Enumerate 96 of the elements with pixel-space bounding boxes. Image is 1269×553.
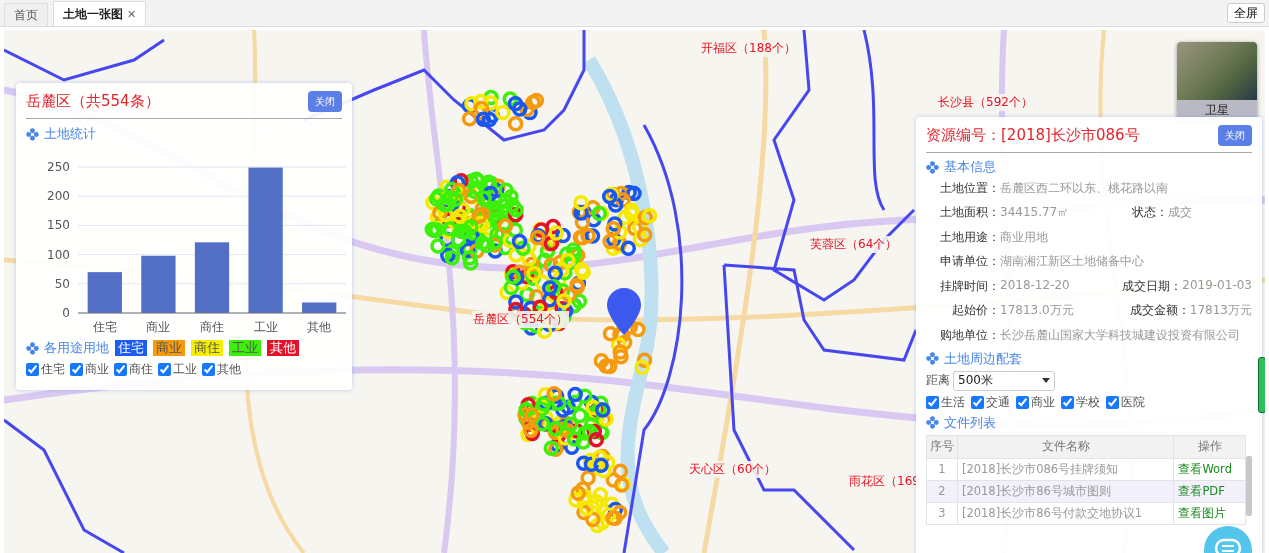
field-value: 17813万元 xyxy=(1189,302,1252,320)
table-cell: 2 xyxy=(926,480,958,502)
field-value: 34415.77㎡ xyxy=(1000,204,1070,222)
section-heading: 各用途用地 xyxy=(44,339,109,357)
checkbox[interactable] xyxy=(1061,395,1074,409)
caret-icon xyxy=(1042,378,1050,383)
checkbox[interactable] xyxy=(114,363,127,376)
checkbox-label: 学校 xyxy=(1076,393,1100,411)
field-value: 2018-12-20 xyxy=(1000,277,1070,294)
section-heading: 土地周边配套 xyxy=(944,349,1022,368)
table-cell: 1 xyxy=(926,458,958,480)
tab[interactable]: 土地一张图 ✕ xyxy=(53,1,147,26)
legend-tag: 商业 xyxy=(153,340,185,356)
axis-tick-label: 50 xyxy=(54,276,70,291)
panel-title: 岳麓区（共554条） xyxy=(26,92,160,111)
column-header: 序号 xyxy=(926,435,958,458)
section-heading: 基本信息 xyxy=(944,158,996,176)
checkbox[interactable] xyxy=(926,395,939,409)
axis-tick-label: 200 xyxy=(47,189,70,204)
clover-icon xyxy=(26,341,39,355)
clover-icon xyxy=(926,352,939,365)
section-heading: 土地统计 xyxy=(44,125,96,143)
checkbox-label: 医院 xyxy=(1121,393,1145,411)
bar xyxy=(194,242,230,313)
checkbox-label: 商业 xyxy=(85,361,109,378)
checkbox-label: 其他 xyxy=(217,361,241,378)
close-icon[interactable]: ✕ xyxy=(127,7,137,21)
checkbox[interactable] xyxy=(70,363,83,376)
field-label: 起始价： xyxy=(951,302,1000,320)
table-scrollbar xyxy=(1246,455,1252,516)
field-value: 岳麓区西二环以东、桃花路以南 xyxy=(1000,179,1168,197)
axis-tick-label: 0 xyxy=(62,306,70,320)
table-cell: [2018]长沙市86号城市图则 xyxy=(957,480,1174,502)
bar xyxy=(87,272,122,313)
checkbox[interactable] xyxy=(202,363,215,376)
checkbox-label: 工业 xyxy=(173,361,197,378)
checkbox-label: 生活 xyxy=(941,393,965,411)
field-value: 商业用地 xyxy=(1000,228,1048,246)
axis-category-label: 其他 xyxy=(307,320,332,334)
clover-icon xyxy=(926,416,939,429)
checkbox[interactable] xyxy=(1106,395,1119,409)
column-header: 操作 xyxy=(1173,435,1246,458)
distance-dropdown[interactable]: 500米 xyxy=(953,370,1055,391)
axis-category-label: 住宅 xyxy=(92,320,117,334)
field-value: 17813.0万元 xyxy=(1000,302,1074,320)
fullscreen-button[interactable]: 全屏 xyxy=(1227,3,1265,23)
axis-category-label: 商住 xyxy=(200,320,224,334)
section-heading: 文件列表 xyxy=(944,413,996,432)
table-cell: [2018]长沙市086号挂牌须知 xyxy=(957,458,1174,480)
axis-tick-label: 250 xyxy=(47,160,70,174)
field-label: 挂牌时间： xyxy=(939,277,1000,295)
scroll-indicator xyxy=(1258,357,1265,413)
axis-category-label: 工业 xyxy=(253,320,278,334)
checkbox[interactable] xyxy=(971,395,984,409)
checkbox-label: 商住 xyxy=(129,361,153,378)
axis-tick-label: 100 xyxy=(47,247,70,262)
district-label: 岳麓区（554个） xyxy=(472,311,569,328)
panel-title: 资源编号：[2018]长沙市086号 xyxy=(926,126,1140,145)
close-button[interactable]: 关闭 xyxy=(1218,125,1252,146)
table-cell: [2018]长沙市86号付款交地协议1 xyxy=(957,502,1174,524)
checkbox-label: 住宅 xyxy=(41,361,65,378)
checkbox[interactable] xyxy=(158,363,171,376)
clover-icon xyxy=(926,160,939,174)
checkbox[interactable] xyxy=(1016,395,1029,409)
field-value: 湖南湘江新区土地储备中心 xyxy=(1000,253,1144,271)
field-label: 距离 xyxy=(926,372,950,389)
axis-category-label: 商业 xyxy=(146,320,171,334)
field-label: 购地单位： xyxy=(939,326,1000,344)
field-label: 成交金额： xyxy=(1129,302,1190,320)
legend-tag: 商住 xyxy=(191,340,223,356)
checkbox[interactable] xyxy=(26,363,39,376)
checkbox-label: 交通 xyxy=(986,393,1010,411)
bar xyxy=(302,302,337,313)
field-label: 状态： xyxy=(1132,204,1168,222)
field-value: 成交 xyxy=(1168,204,1192,222)
legend-tag: 工业 xyxy=(229,340,261,356)
legend-tag: 其他 xyxy=(267,340,299,356)
field-label: 申请单位： xyxy=(939,253,1000,271)
location-pin-icon xyxy=(607,288,641,335)
basemap-label: 卫星 xyxy=(1177,100,1257,120)
close-button[interactable]: 关闭 xyxy=(308,91,342,112)
field-label: 成交日期： xyxy=(1122,277,1183,295)
checkbox-label: 商业 xyxy=(1031,393,1055,411)
tab[interactable]: 首页 xyxy=(4,3,48,26)
axis-tick-label: 150 xyxy=(47,218,70,233)
table-cell: 3 xyxy=(926,502,958,524)
field-label: 土地面积： xyxy=(939,204,1000,222)
field-value: 2019-01-03 xyxy=(1182,277,1252,294)
bar xyxy=(141,255,176,313)
legend-tag: 住宅 xyxy=(115,340,147,356)
basemap-switch[interactable]: 卫星 xyxy=(1177,42,1257,120)
field-value: 长沙岳麓山国家大学科技城建设投资有限公司 xyxy=(1000,326,1240,344)
clover-icon xyxy=(26,127,39,141)
field-label: 土地用途： xyxy=(939,228,1000,246)
column-header: 文件名称 xyxy=(957,435,1174,458)
field-label: 土地位置： xyxy=(939,179,1000,197)
